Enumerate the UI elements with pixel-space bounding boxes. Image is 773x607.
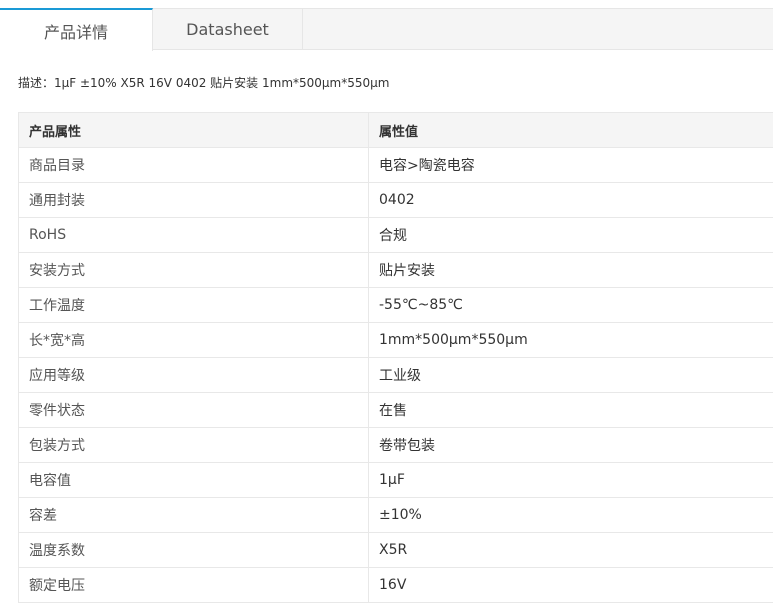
table-row: 温度系数 X5R (18, 532, 773, 568)
table-row: 应用等级 工业级 (18, 357, 773, 393)
product-description: 描述：1μF ±10% X5R 16V 0402 贴片安装 1mm*500μm*… (18, 76, 390, 90)
attr-value: 0402 (368, 182, 773, 218)
table-row: 长*宽*高 1mm*500μm*550μm (18, 322, 773, 358)
attr-name: 包装方式 (18, 427, 369, 463)
attr-name: 电容值 (18, 462, 369, 498)
table-row: 工作温度 -55℃~85℃ (18, 287, 773, 323)
header-attribute: 产品属性 (18, 112, 369, 148)
attr-value: -55℃~85℃ (368, 287, 773, 323)
attr-value: 工业级 (368, 357, 773, 393)
attr-name: 额定电压 (18, 567, 369, 603)
attr-name: 应用等级 (18, 357, 369, 393)
attr-value: 16V (368, 567, 773, 603)
attr-name: 工作温度 (18, 287, 369, 323)
attr-name: 通用封装 (18, 182, 369, 218)
attr-value: 1μF (368, 462, 773, 498)
tab-bar: 产品详情 Datasheet (0, 8, 773, 51)
table-row: 安装方式 贴片安装 (18, 252, 773, 288)
table-row: 额定电压 16V (18, 567, 773, 603)
attr-name: 容差 (18, 497, 369, 533)
attr-value: 在售 (368, 392, 773, 428)
table-row: 电容值 1μF (18, 462, 773, 498)
attr-value: 电容>陶瓷电容 (368, 147, 773, 183)
table-row: 商品目录 电容>陶瓷电容 (18, 147, 773, 183)
product-attributes-table: 产品属性 属性值 商品目录 电容>陶瓷电容 通用封装 0402 RoHS 合规 安装方… (18, 112, 773, 603)
tab-product-details[interactable]: 产品详情 (0, 8, 153, 51)
table-row: 容差 ±10% (18, 497, 773, 533)
attr-name: 温度系数 (18, 532, 369, 568)
tab-datasheet[interactable]: Datasheet (153, 8, 303, 50)
table-row: RoHS 合规 (18, 217, 773, 253)
header-value: 属性值 (368, 112, 773, 148)
table-row: 包装方式 卷带包装 (18, 427, 773, 463)
table-row: 零件状态 在售 (18, 392, 773, 428)
table-row: 通用封装 0402 (18, 182, 773, 218)
attr-value: 贴片安装 (368, 252, 773, 288)
table-header-row: 产品属性 属性值 (18, 112, 773, 148)
attr-name: RoHS (18, 217, 369, 253)
attr-name: 商品目录 (18, 147, 369, 183)
attr-value: ±10% (368, 497, 773, 533)
attr-value: 1mm*500μm*550μm (368, 322, 773, 358)
attr-value: 合规 (368, 217, 773, 253)
attr-value: X5R (368, 532, 773, 568)
attr-value: 卷带包装 (368, 427, 773, 463)
attr-name: 零件状态 (18, 392, 369, 428)
attr-name: 长*宽*高 (18, 322, 369, 358)
attr-name: 安装方式 (18, 252, 369, 288)
